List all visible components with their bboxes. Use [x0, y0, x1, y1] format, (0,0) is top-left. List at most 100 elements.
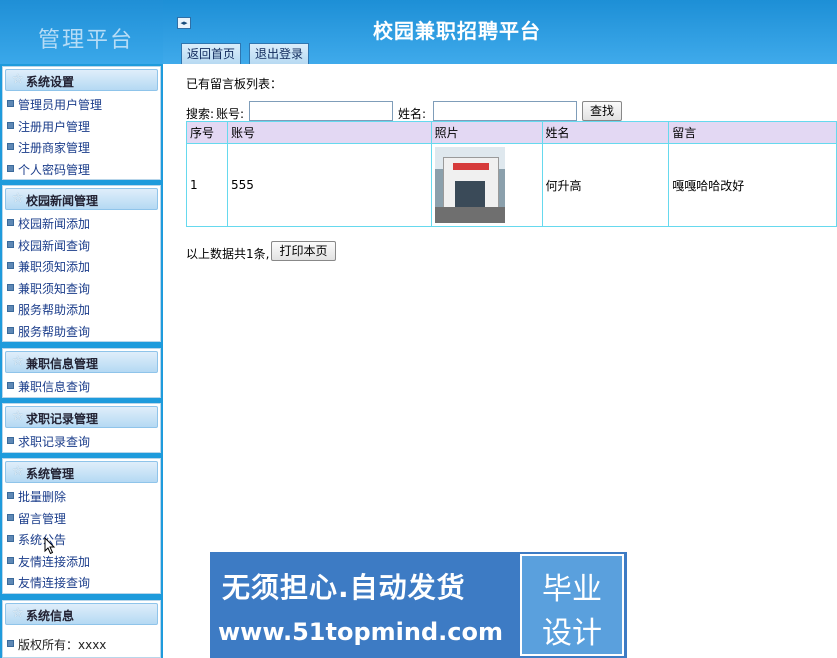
bullet-icon — [7, 219, 14, 226]
account-label: 账号: — [216, 107, 245, 121]
sidebar-item-label: 留言管理 — [18, 511, 67, 526]
bullet-icon — [7, 513, 14, 521]
watermark-banner: 无须担心.自动发货 www.51topmind.com 毕业 设计 — [210, 552, 627, 658]
menu-group-header[interactable]: ☆ 求职记录管理 — [5, 406, 158, 428]
cell-index: 1 — [186, 143, 228, 227]
sidebar-item-news-query[interactable]: 校园新闻查询 — [3, 234, 160, 256]
sidebar-item-link-query[interactable]: 友情连接查询 — [3, 571, 160, 593]
cell-account: 555 — [226, 143, 432, 227]
sidebar-item-label: 兼职信息查询 — [18, 380, 91, 394]
sidebar-item-announcement[interactable]: 系统公告 — [3, 528, 160, 550]
name-search-input[interactable] — [433, 101, 577, 121]
bullet-icon — [7, 535, 14, 542]
sidebar-item-label: 兼职须知查询 — [18, 281, 91, 296]
sidebar-item-label: 批量删除 — [18, 490, 67, 504]
menu-group-header[interactable]: ☆ 系统设置 — [5, 69, 158, 91]
sidebar-item-label: 注册用户管理 — [18, 119, 91, 134]
account-search-input[interactable] — [249, 101, 393, 121]
sidebar-item-help-query[interactable]: 服务帮助查询 — [3, 320, 160, 342]
sidebar-item-admin-users[interactable]: 管理员用户管理 — [3, 93, 160, 115]
sidebar-item-password[interactable]: 个人密码管理 — [3, 158, 160, 180]
sidebar-item-notice-add[interactable]: 兼职须知添加 — [3, 255, 160, 277]
bullet-icon — [7, 305, 14, 312]
menu-group-header[interactable]: ☆ 系统管理 — [5, 461, 158, 483]
menu-group-system-info: ☆ 系统信息 版权所有：xxxx — [2, 600, 161, 658]
cell-photo — [430, 143, 543, 227]
search-button[interactable]: 查找 — [582, 101, 622, 121]
bullet-icon — [7, 640, 14, 647]
menu-group-header[interactable]: ☆ 兼职信息管理 — [5, 351, 158, 373]
star-icon: ☆ — [12, 72, 24, 87]
sidebar-item-records-query[interactable]: 求职记录查询 — [3, 430, 160, 452]
menu-group-title: 系统信息 — [26, 609, 75, 623]
menu-group-job-info: ☆ 兼职信息管理 兼职信息查询 — [2, 348, 161, 398]
sidebar-toggle-button[interactable]: ◂▸ — [177, 17, 191, 29]
sidebar-item-notice-query[interactable]: 兼职须知查询 — [3, 277, 160, 299]
sidebar-item-label: 服务帮助添加 — [18, 303, 91, 317]
sidebar-item-registered-users[interactable]: 注册用户管理 — [3, 115, 160, 137]
watermark-badge: 毕业 设计 — [520, 554, 624, 656]
menu-group-system-management: ☆ 系统管理 批量删除 留言管理 系统公告 友情连接添加 友情连接查询 — [2, 458, 161, 594]
badge-text-top: 毕业 — [542, 572, 602, 607]
bullet-icon — [7, 164, 14, 172]
menu-group-header[interactable]: ☆ 系统信息 — [5, 603, 158, 625]
brand-title: 管理平台 — [38, 28, 135, 53]
star-icon: ☆ — [12, 191, 24, 206]
sidebar-item-batch-delete[interactable]: 批量删除 — [3, 485, 160, 507]
top-header: ◂▸ 校园兼职招聘平台 返回首页 退出登录 — [163, 0, 837, 64]
watermark-url: www.51topmind.com — [218, 618, 503, 646]
bullet-icon — [7, 283, 14, 291]
sidebar-item-job-query[interactable]: 兼职信息查询 — [3, 375, 160, 397]
menu-group-campus-news: ☆ 校园新闻管理 校园新闻添加 校园新闻查询 兼职须知添加 兼职须知查询 服务帮… — [2, 185, 161, 342]
bullet-icon — [7, 578, 14, 585]
column-header: 留言 — [668, 121, 837, 144]
watermark-slogan: 无须担心.自动发货 — [222, 571, 466, 604]
sidebar-item-label: 服务帮助查询 — [18, 324, 91, 339]
sidebar-item-label: 注册商家管理 — [18, 141, 91, 155]
cell-name: 何升高 — [541, 143, 670, 227]
sidebar-item-label: 友情连接查询 — [18, 576, 91, 590]
badge-text-bottom: 设计 — [542, 616, 602, 651]
sidebar-item-label: 管理员用户管理 — [18, 98, 103, 112]
tab-back-home[interactable]: 返回首页 — [181, 43, 242, 64]
mouse-cursor-icon — [44, 537, 56, 555]
record-count-text: 以上数据共1条, — [186, 247, 270, 261]
menu-group-title: 兼职信息管理 — [26, 357, 99, 371]
menu-group-title: 系统管理 — [26, 467, 75, 481]
sidebar-item-label: 校园新闻查询 — [18, 238, 91, 253]
bullet-icon — [7, 556, 14, 564]
menu-group-title: 求职记录管理 — [26, 412, 99, 426]
sidebar-item-label: 个人密码管理 — [18, 162, 91, 177]
search-prefix-label: 搜索: — [186, 107, 215, 121]
sidebar-item-label: 求职记录查询 — [18, 435, 91, 449]
page-heading: 已有留言板列表： — [186, 77, 283, 91]
menu-group-application-records: ☆ 求职记录管理 求职记录查询 — [2, 403, 161, 453]
bank-building-photo[interactable] — [434, 147, 505, 223]
menu-group-header[interactable]: ☆ 校园新闻管理 — [5, 188, 158, 210]
print-page-button[interactable]: 打印本页 — [271, 241, 336, 261]
bullet-icon — [7, 262, 14, 269]
sidebar-item-link-add[interactable]: 友情连接添加 — [3, 550, 160, 572]
star-icon: ☆ — [12, 409, 24, 424]
sidebar-item-registered-merchants[interactable]: 注册商家管理 — [3, 136, 160, 158]
bullet-icon — [7, 143, 14, 150]
cell-message: 嘎嘎哈哈改好 — [668, 143, 837, 227]
column-header: 账号 — [226, 121, 432, 144]
menu-group-title: 校园新闻管理 — [26, 194, 99, 208]
bullet-icon — [7, 382, 14, 389]
bullet-icon — [7, 492, 14, 499]
bullet-icon — [7, 240, 14, 248]
sidebar-item-label: 校园新闻添加 — [18, 217, 91, 231]
message-table: 序号 账号 照片 姓名 留言 1 555 何升高 嘎嘎哈哈改好 — [186, 121, 837, 227]
sidebar-item-news-add[interactable]: 校园新闻添加 — [3, 212, 160, 234]
star-icon: ☆ — [12, 464, 24, 479]
column-header: 姓名 — [541, 121, 670, 144]
sidebar-item-label: 友情连接添加 — [18, 554, 91, 569]
tab-logout[interactable]: 退出登录 — [249, 43, 310, 64]
bullet-icon — [7, 326, 14, 334]
sidebar-item-message-management[interactable]: 留言管理 — [3, 507, 160, 529]
column-header: 照片 — [430, 121, 543, 144]
sidebar-item-copyright: 版权所有：xxxx — [3, 633, 160, 655]
sidebar-item-help-add[interactable]: 服务帮助添加 — [3, 298, 160, 320]
menu-group-system-settings: ☆ 系统设置 管理员用户管理 注册用户管理 注册商家管理 个人密码管理 — [2, 66, 161, 180]
